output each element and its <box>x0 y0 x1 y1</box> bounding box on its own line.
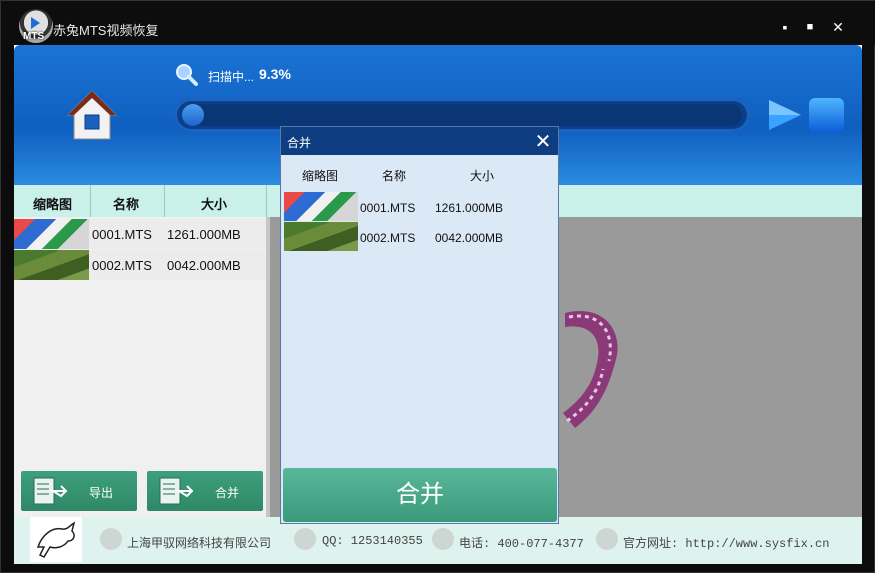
scan-status-label: 扫描中... <box>208 70 255 84</box>
file-size: 0042.000MB <box>167 258 241 273</box>
dialog-column-thumbnail: 缩略图 <box>302 169 339 183</box>
phone-icon <box>432 528 454 550</box>
table-row[interactable]: 0001.MTS 1261.000MB <box>14 219 266 249</box>
dialog-file-size: 0042.000MB <box>435 231 504 245</box>
table-row[interactable]: 0002.MTS 0042.000MB <box>14 250 266 280</box>
video-thumbnail <box>14 219 89 249</box>
qq-number: QQ: 1253140355 <box>322 534 423 548</box>
dialog-merge-button[interactable]: 合并 <box>283 468 557 522</box>
video-thumbnail <box>14 250 89 280</box>
video-thumbnail <box>284 192 358 221</box>
building-icon <box>100 528 122 550</box>
qq-icon <box>294 528 316 550</box>
dialog-title-bar[interactable]: 合并 ✕ <box>281 127 558 155</box>
merge-icon <box>159 477 193 505</box>
column-size: 大小 <box>201 197 228 212</box>
dialog-column-size: 大小 <box>470 169 495 183</box>
dialog-title: 合并 <box>287 136 312 150</box>
dialog-column-name: 名称 <box>382 169 407 183</box>
export-button[interactable]: 导出 <box>21 471 137 511</box>
home-icon[interactable] <box>64 87 120 143</box>
stop-icon[interactable] <box>809 98 844 132</box>
website[interactable]: 官方网址: http://www.sysfix.cn <box>623 534 829 551</box>
app-logo-text: MTS <box>23 31 45 42</box>
close-button[interactable]: ✕ <box>830 19 846 36</box>
export-icon <box>33 477 67 505</box>
app-window: MTS 赤兔MTS视频恢复 ▪ ■ ✕ 扫描中... 9.3% 缩略图 名称 大… <box>0 0 875 573</box>
merge-dialog: 合并 ✕ 缩略图 名称 大小 0001.MTS 1261.000MB 0002.… <box>280 126 559 524</box>
column-thumbnail: 缩略图 <box>33 197 73 212</box>
dialog-file-name: 0001.MTS <box>360 201 416 215</box>
merge-label: 合并 <box>215 486 240 500</box>
footer: 上海甲驭网络科技有限公司 QQ: 1253140355 电话: 400-077-… <box>14 517 862 564</box>
globe-icon <box>596 528 618 550</box>
column-name: 名称 <box>113 197 140 212</box>
company-name: 上海甲驭网络科技有限公司 <box>127 536 272 550</box>
title-bar: MTS 赤兔MTS视频恢复 ▪ ■ ✕ <box>1 1 875 45</box>
export-label: 导出 <box>89 486 114 500</box>
close-icon[interactable]: ✕ <box>532 129 554 154</box>
minimize-button[interactable]: ▪ <box>777 19 793 35</box>
app-title: 赤兔MTS视频恢复 <box>53 23 159 38</box>
dialog-file-name: 0002.MTS <box>360 231 416 245</box>
app-logo-icon: MTS <box>19 9 53 43</box>
film-reel-icon <box>563 311 618 428</box>
file-size: 1261.000MB <box>167 227 241 242</box>
video-thumbnail <box>284 222 358 251</box>
dialog-file-size: 1261.000MB <box>435 201 504 215</box>
file-name: 0001.MTS <box>92 227 152 242</box>
file-name: 0002.MTS <box>92 258 152 273</box>
maximize-button[interactable]: ■ <box>802 21 818 33</box>
scan-percent: 9.3% <box>259 66 291 82</box>
horse-logo-icon <box>30 517 82 562</box>
merge-button[interactable]: 合并 <box>147 471 263 511</box>
play-icon[interactable] <box>767 98 803 132</box>
scan-progress-fill <box>182 104 204 126</box>
search-icon <box>176 64 198 86</box>
phone-number: 电话: 400-077-4377 <box>459 537 584 551</box>
